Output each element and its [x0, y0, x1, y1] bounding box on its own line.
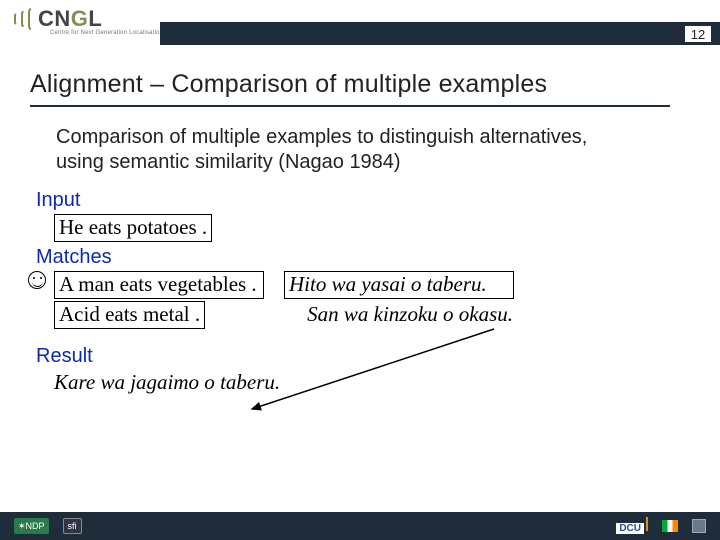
- content-block: Input He eats potatoes . Matches A man e…: [36, 189, 720, 395]
- footer-left: ✶NDP sfi: [14, 518, 82, 534]
- tcd-logo: [692, 519, 706, 533]
- result-label: Result: [36, 345, 720, 368]
- result-text-1: Kare wa jagaimo o: [54, 370, 220, 394]
- input-label: Input: [36, 189, 720, 212]
- slide-title: Alignment – Comparison of multiple examp…: [30, 70, 720, 99]
- match-row-2: Acid eats metal . San wa kinzoku o okasu…: [54, 301, 720, 329]
- match1-target: Hito wa yasai o taberu.: [284, 271, 514, 299]
- header-bar: [160, 22, 720, 45]
- dcu-logo: DCU: [616, 517, 648, 536]
- footer-right: DCU: [616, 517, 706, 536]
- logo-sound-icon: [14, 6, 34, 32]
- match2-target: San wa kinzoku o okasu.: [307, 302, 513, 327]
- smiley-icon: [28, 271, 46, 289]
- match-row-1: A man eats vegetables . Hito wa yasai o …: [54, 271, 720, 299]
- ireland-flag-icon: [662, 520, 678, 532]
- logo-text-part: L: [88, 6, 102, 31]
- logo-subtitle: Centre for Next Generation Localisation: [50, 30, 163, 36]
- input-row: He eats potatoes .: [54, 214, 720, 242]
- slide-description: Comparison of multiple examples to disti…: [56, 125, 616, 175]
- matches-label: Matches: [36, 246, 720, 269]
- slide-header: CNGL Centre for Next Generation Localisa…: [0, 0, 720, 48]
- input-sentence: He eats potatoes .: [54, 214, 212, 242]
- result-row: Kare wa jagaimo o taberu.: [54, 370, 720, 395]
- match2-source: Acid eats metal .: [54, 301, 205, 329]
- logo-text-part: CN: [38, 6, 71, 31]
- cngl-logo: CNGL: [14, 6, 102, 32]
- ndp-logo: ✶NDP: [14, 518, 49, 534]
- logo-text-part: G: [71, 6, 89, 31]
- result-text-2: taberu.: [220, 370, 280, 394]
- slide-footer: ✶NDP sfi DCU: [0, 512, 720, 540]
- page-number: 12: [684, 25, 712, 43]
- title-underline: [30, 105, 670, 107]
- match1-source: A man eats vegetables .: [54, 271, 264, 299]
- sfi-logo: sfi: [63, 518, 82, 534]
- logo-text: CNGL: [38, 6, 102, 32]
